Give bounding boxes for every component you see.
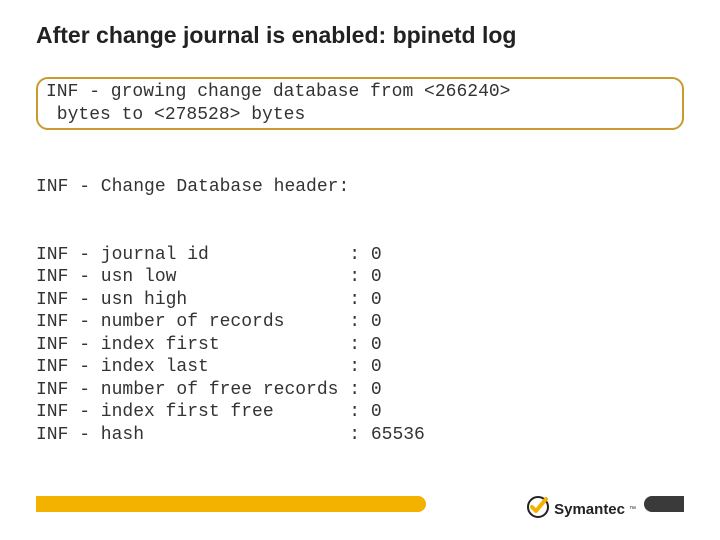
- slide-title: After change journal is enabled: bpinetd…: [0, 0, 720, 49]
- log-row: INF - hash : 65536: [36, 424, 684, 447]
- log-row: INF - usn low : 0: [36, 266, 684, 289]
- check-icon: [526, 495, 550, 524]
- log-row: INF - journal id : 0: [36, 244, 684, 267]
- slide: After change journal is enabled: bpinetd…: [0, 0, 720, 540]
- log-row: INF - number of records : 0: [36, 311, 684, 334]
- slide-content: INF - growing change database from <2662…: [0, 49, 720, 446]
- brand-name: Symantec: [554, 501, 625, 518]
- log-highlight-box: INF - growing change database from <2662…: [36, 77, 684, 130]
- log-header-line: INF - Change Database header:: [36, 176, 684, 199]
- log-row: INF - index first : 0: [36, 334, 684, 357]
- log-row: INF - index last : 0: [36, 356, 684, 379]
- log-highlight-line-2: bytes to <278528> bytes: [46, 104, 672, 127]
- slide-footer: Symantec ™: [0, 484, 720, 518]
- brand-tm: ™: [629, 506, 636, 513]
- log-block: INF - Change Database header: INF - jour…: [36, 131, 684, 446]
- log-row: INF - number of free records : 0: [36, 379, 684, 402]
- log-row: INF - usn high : 0: [36, 289, 684, 312]
- log-highlight-line-1: INF - growing change database from <2662…: [46, 81, 672, 104]
- brand: Symantec ™: [526, 495, 636, 524]
- footer-bar-dark: [644, 496, 684, 512]
- footer-bar-orange: [36, 496, 426, 512]
- log-row: INF - index first free : 0: [36, 401, 684, 424]
